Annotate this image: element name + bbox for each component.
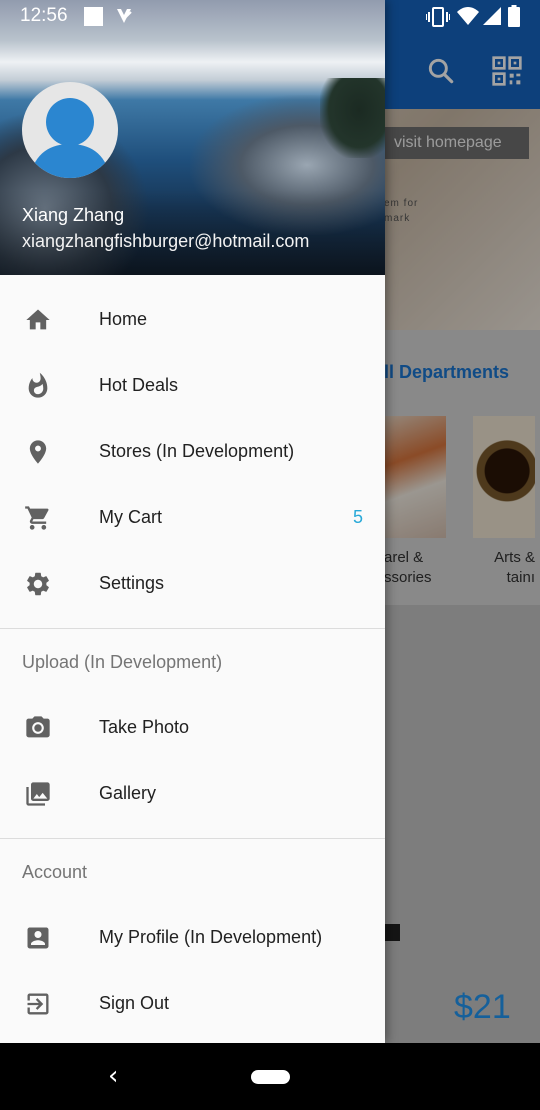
menu-item-gallery[interactable]: Gallery bbox=[0, 761, 385, 827]
menu-item-hot-deals[interactable]: Hot Deals bbox=[0, 353, 385, 419]
menu-item-label: Gallery bbox=[99, 783, 157, 803]
wifi-icon bbox=[457, 7, 479, 25]
gear-icon bbox=[27, 572, 49, 596]
fire-icon bbox=[28, 372, 48, 398]
user-avatar-icon bbox=[30, 98, 110, 178]
menu-item-label: Take Photo bbox=[99, 717, 190, 737]
navigation-drawer: Xiang Zhang xiangzhangfishburger@hotmail… bbox=[0, 0, 385, 1043]
gallery-icon bbox=[26, 782, 50, 806]
menu-item-label: Settings bbox=[99, 573, 165, 593]
menu-item-home[interactable]: Home bbox=[0, 287, 385, 353]
notification-square-icon bbox=[84, 7, 103, 26]
menu-item-sign-out[interactable]: Sign Out bbox=[0, 971, 385, 1037]
cart-count-badge: 5 bbox=[352, 507, 363, 527]
home-icon bbox=[26, 309, 50, 330]
notification-app-icon bbox=[117, 9, 132, 23]
sign-out-icon bbox=[27, 993, 49, 1015]
upload-section-title: Upload (In Development) bbox=[22, 652, 223, 672]
cell-signal-icon bbox=[483, 7, 501, 25]
menu-item-label: Home bbox=[99, 309, 148, 329]
menu-item-label: Hot Deals bbox=[99, 375, 179, 395]
menu-item-label: Stores (In Development) bbox=[99, 441, 295, 461]
back-icon[interactable]: ‹ bbox=[108, 1061, 118, 1091]
status-bar: 12:56 bbox=[0, 0, 540, 33]
menu-item-my-profile[interactable]: My Profile (In Development) bbox=[0, 905, 385, 971]
user-email: xiangzhangfishburger@hotmail.com bbox=[22, 231, 310, 251]
account-section-title: Account bbox=[22, 862, 88, 882]
menu-item-label: My Profile (In Development) bbox=[99, 927, 323, 947]
menu-item-settings[interactable]: Settings bbox=[0, 551, 385, 617]
vibrate-icon bbox=[426, 7, 450, 27]
section-divider bbox=[0, 838, 385, 839]
header-photo-trees bbox=[320, 78, 385, 158]
avatar[interactable] bbox=[22, 82, 118, 178]
camera-icon bbox=[26, 716, 50, 738]
menu-item-stores[interactable]: Stores (In Development) bbox=[0, 419, 385, 485]
menu-item-label: Sign Out bbox=[99, 993, 170, 1013]
location-pin-icon bbox=[29, 440, 47, 464]
battery-icon bbox=[508, 5, 520, 27]
drawer-header: Xiang Zhang xiangzhangfishburger@hotmail… bbox=[0, 0, 385, 275]
section-divider bbox=[0, 628, 385, 629]
profile-card-icon bbox=[27, 927, 49, 949]
app-screen: visit homepage em for mark ll Department… bbox=[0, 0, 540, 1110]
menu-item-take-photo[interactable]: Take Photo bbox=[0, 695, 385, 761]
status-time: 12:56 bbox=[20, 5, 68, 26]
user-name: Xiang Zhang bbox=[22, 205, 125, 225]
home-pill-button[interactable] bbox=[251, 1070, 290, 1084]
menu-item-my-cart[interactable]: My Cart 5 bbox=[0, 485, 385, 551]
cart-icon bbox=[25, 506, 49, 530]
menu-item-label: My Cart bbox=[99, 507, 162, 527]
